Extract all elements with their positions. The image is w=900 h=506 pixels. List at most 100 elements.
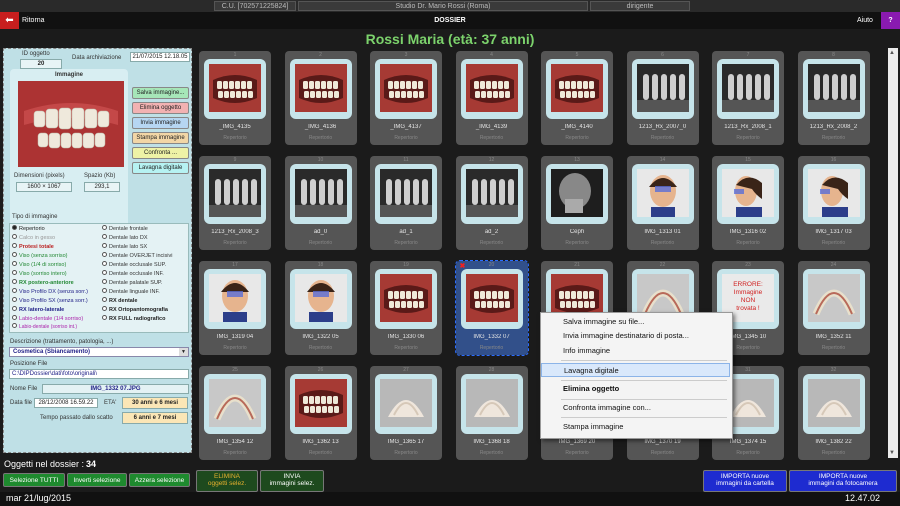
menu-item-save-file[interactable]: Salva immagine su file...	[541, 315, 730, 329]
thumbnail-item[interactable]: 19 IMG_1330 06 Repertorio	[370, 261, 442, 355]
thumbnail-image[interactable]	[807, 379, 860, 427]
thumbnail-image[interactable]	[380, 169, 432, 217]
type-radio-linguale-inf[interactable]: Dentale linguale INF.	[102, 288, 160, 295]
scroll-down-icon[interactable]: ▼	[889, 450, 895, 456]
scroll-up-icon[interactable]: ▲	[889, 50, 895, 56]
thumbnail-image[interactable]	[636, 169, 689, 217]
chevron-down-icon[interactable]: ▼	[179, 348, 188, 356]
thumbnail-image[interactable]	[465, 274, 518, 322]
preview-image[interactable]	[18, 81, 124, 167]
type-radio-protesi[interactable]: Protesi totale	[12, 243, 54, 250]
thumbnail-item[interactable]: 13 Ceph Repertorio	[541, 156, 613, 250]
thumbnail-image[interactable]	[209, 64, 261, 112]
thumbnail-item[interactable]: 4 _IMG_4139 Repertorio	[455, 51, 528, 145]
menu-item-print[interactable]: Stampa immagine	[541, 420, 730, 434]
save-image-button[interactable]: Salva immagine...	[132, 87, 189, 99]
help-icon[interactable]: ?	[881, 12, 900, 29]
thumbnail-item[interactable]: 27 IMG_1365 17 Repertorio	[370, 366, 442, 460]
thumbnail-image[interactable]	[380, 379, 432, 427]
send-selected-button[interactable]: INVIA immagini selez.	[260, 470, 324, 492]
thumbnail-item[interactable]: 20 ✖ IMG_1332 07 Repertorio	[454, 260, 529, 356]
send-image-button[interactable]: Invia immagine	[132, 117, 189, 129]
thumbnail-image[interactable]	[380, 64, 432, 112]
type-radio-labio-quarto[interactable]: Labio-dentale (1/4 sorriso)	[12, 315, 83, 322]
type-radio-rx-ll[interactable]: RX latero-laterale	[12, 306, 64, 313]
type-radio-profilo-sx[interactable]: Viso Profilo SX (senza sorr.)	[12, 297, 88, 304]
type-radio-viso-intero[interactable]: Viso (sorriso intero)	[12, 270, 67, 277]
select-all-button[interactable]: Selezione TUTTI	[3, 473, 65, 487]
thumbnail-image[interactable]	[294, 64, 347, 112]
type-radio-rx-opt[interactable]: RX Ortopantomografia	[102, 306, 168, 313]
thumbnail-image[interactable]	[465, 379, 518, 427]
digital-board-button[interactable]: Lavagna digitale	[132, 162, 189, 174]
thumbnail-item[interactable]: 12 ad_2 Repertorio	[455, 156, 528, 250]
invert-selection-button[interactable]: Inverti selezione	[67, 473, 127, 487]
thumbnail-image[interactable]	[209, 274, 261, 322]
thumbnail-image[interactable]	[722, 64, 774, 112]
import-camera-button[interactable]: IMPORTA nuove immagini da fotocamera	[789, 470, 897, 492]
thumbnail-item[interactable]: 3 _IMG_4137 Repertorio	[370, 51, 442, 145]
type-radio-occlusale-inf[interactable]: Dentale occlusale INF.	[102, 270, 164, 277]
thumbnail-item[interactable]: 8 1213_Rx_2008_2 Repertorio	[797, 51, 870, 145]
type-radio-repertorio[interactable]: Repertorio	[12, 225, 45, 232]
thumbnail-item[interactable]: 1 _IMG_4135 Repertorio	[199, 51, 271, 145]
description-select[interactable]: Cosmetica (Sbiancamento) ▼	[9, 347, 189, 357]
vertical-scrollbar[interactable]: ▲ ▼	[888, 48, 898, 458]
thumbnail-image[interactable]	[294, 169, 347, 217]
type-radio-overjet[interactable]: Dentale OVERJET incisivi	[102, 252, 172, 259]
clear-selection-button[interactable]: Azzera selezione	[129, 473, 190, 487]
thumbnail-image[interactable]	[551, 169, 603, 217]
type-radio-palatale-sup[interactable]: Dentale palatale SUP.	[102, 279, 162, 286]
type-radio-occlusale-sup[interactable]: Dentale occlusale SUP.	[102, 261, 166, 268]
thumbnail-item[interactable]: 24 IMG_1352 11 Repertorio	[797, 261, 870, 355]
thumbnail-image[interactable]	[807, 64, 860, 112]
delete-object-button[interactable]: Elimina oggetto	[132, 102, 189, 114]
compare-button[interactable]: Confronta ...	[132, 147, 189, 159]
thumbnail-image[interactable]	[465, 64, 518, 112]
type-radio-lato-dx[interactable]: Dentale lato DX	[102, 234, 148, 241]
import-folder-button[interactable]: IMPORTA nuove immagini da cartella	[703, 470, 787, 492]
thumbnail-item[interactable]: 15 IMG_1316 02 Repertorio	[712, 156, 784, 250]
thumbnail-image[interactable]	[551, 64, 603, 112]
thumbnail-item[interactable]: 18 IMG_1322 05 Repertorio	[284, 261, 357, 355]
thumbnail-image[interactable]	[722, 169, 774, 217]
type-radio-calco[interactable]: Calco in gesso	[12, 234, 55, 241]
thumbnail-image[interactable]	[209, 379, 261, 427]
thumbnail-item[interactable]: 7 1213_Rx_2008_1 Repertorio	[712, 51, 784, 145]
thumbnail-item[interactable]: 6 1213_Rx_2007_0 Repertorio	[626, 51, 699, 145]
menu-item-info[interactable]: Info immagine	[541, 344, 730, 358]
type-radio-rx-full[interactable]: RX FULL radiografico	[102, 315, 165, 322]
thumbnail-item[interactable]: 26 IMG_1362 13 Repertorio	[284, 366, 357, 460]
thumbnail-image[interactable]	[209, 169, 261, 217]
type-radio-viso-quarto[interactable]: Viso (1/4 di sorriso)	[12, 261, 66, 268]
type-radio-rx-dentale[interactable]: RX dentale	[102, 297, 137, 304]
thumbnail-item[interactable]: 28 IMG_1368 18 Repertorio	[455, 366, 528, 460]
thumbnail-image[interactable]	[636, 64, 689, 112]
thumbnail-image[interactable]	[465, 169, 518, 217]
type-radio-profilo-dx[interactable]: Viso Profilo DX (senza sorr.)	[12, 288, 88, 295]
help-label[interactable]: Aiuto	[857, 12, 873, 29]
thumbnail-item[interactable]: 16 IMG_1317 03 Repertorio	[797, 156, 870, 250]
thumbnail-item[interactable]: 9 1213_Rx_2008_3 Repertorio	[199, 156, 271, 250]
thumbnail-image[interactable]	[294, 379, 347, 427]
thumbnail-item[interactable]: 32 IMG_1382 22 Repertorio	[797, 366, 870, 460]
type-radio-viso-senza[interactable]: Viso (senza sorriso)	[12, 252, 68, 259]
thumbnail-image[interactable]	[294, 274, 347, 322]
type-radio-lato-sx[interactable]: Dentale lato SX	[102, 243, 147, 250]
menu-item-compare[interactable]: Confronta immagine con...	[541, 401, 730, 415]
thumbnail-item[interactable]: 10 ad_0 Repertorio	[284, 156, 357, 250]
type-radio-rx-pa[interactable]: RX postero-anteriore	[12, 279, 74, 286]
thumbnail-image[interactable]	[380, 274, 432, 322]
thumbnail-item[interactable]: 17 IMG_1319 04 Repertorio	[199, 261, 271, 355]
menu-item-delete[interactable]: Elimina oggetto	[541, 382, 730, 396]
menu-item-digital-board[interactable]: Lavagna digitale	[541, 363, 730, 377]
thumbnail-item[interactable]: 11 ad_1 Repertorio	[370, 156, 442, 250]
type-radio-labio-intero[interactable]: Labio-dentale (sorriso int.)	[12, 323, 77, 330]
delete-selected-button[interactable]: ELIMINA oggetti selez.	[196, 470, 258, 492]
thumbnail-item[interactable]: 2 _IMG_4136 Repertorio	[284, 51, 357, 145]
thumbnail-image[interactable]	[807, 169, 860, 217]
thumbnail-item[interactable]: 25 IMG_1354 12 Repertorio	[199, 366, 271, 460]
thumbnail-item[interactable]: 14 IMG_1313 01 Repertorio	[626, 156, 699, 250]
thumbnail-item[interactable]: 5 _IMG_4140 Repertorio	[541, 51, 613, 145]
type-radio-dentale-frontale[interactable]: Dentale frontale	[102, 225, 148, 232]
